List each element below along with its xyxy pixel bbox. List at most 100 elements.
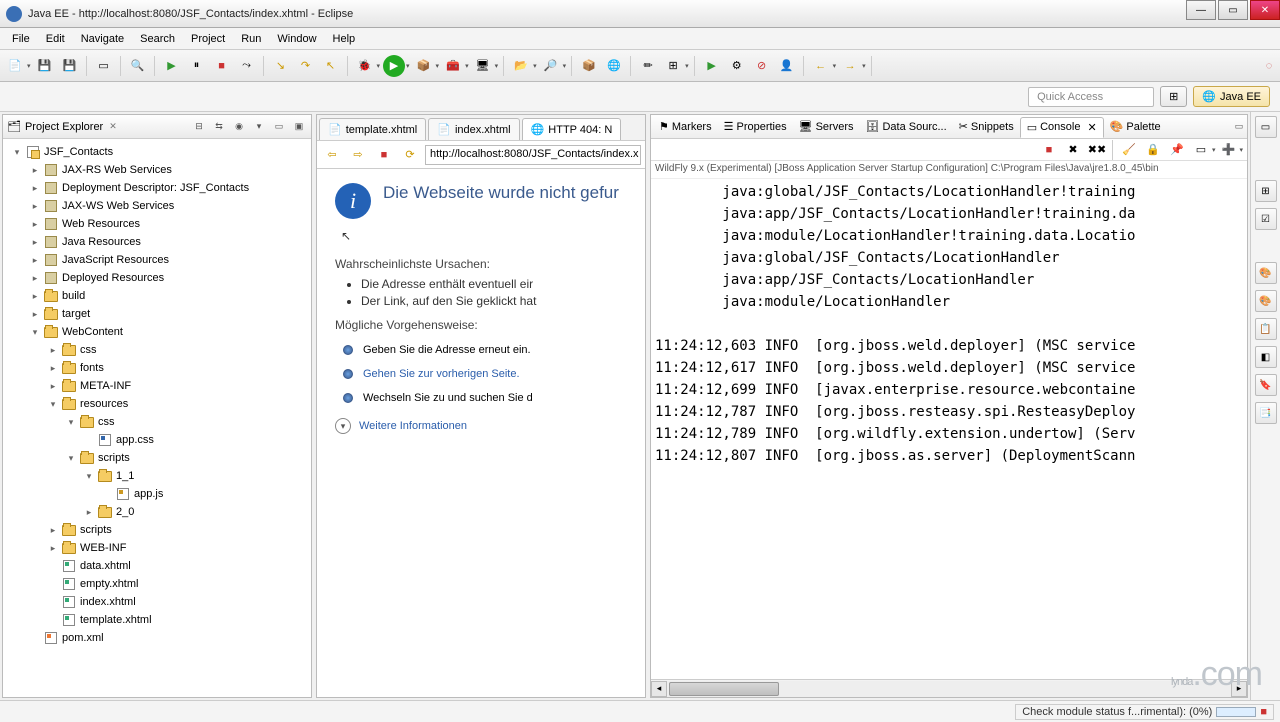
new-server-icon[interactable]: 🖥 [472, 55, 494, 77]
close-view-icon[interactable]: ✕ [109, 121, 117, 132]
expand-icon[interactable]: ▸ [45, 543, 61, 554]
address-bar[interactable]: http://localhost:8080/JSF_Contacts/index… [425, 145, 641, 165]
maximize-button[interactable]: ▭ [1218, 0, 1248, 20]
tree-node[interactable]: template.xhtml [5, 611, 309, 629]
tree-node[interactable]: ▸2_0 [5, 503, 309, 521]
browser-stop-icon[interactable]: ■ [373, 144, 395, 166]
tree-node[interactable]: ▾1_1 [5, 467, 309, 485]
expand-icon[interactable]: ▸ [45, 345, 61, 356]
tree-node[interactable]: ▸css [5, 341, 309, 359]
save-icon[interactable]: 💾 [34, 55, 56, 77]
new-icon[interactable]: 📄 [4, 55, 26, 77]
menu-file[interactable]: File [4, 30, 38, 48]
expand-icon[interactable]: ▾ [45, 399, 61, 410]
link-editor-icon[interactable]: ⇆ [211, 119, 227, 135]
more-info-link[interactable]: Weitere Informationen [359, 420, 467, 432]
task-icon[interactable]: 📑 [1255, 402, 1277, 424]
menu-search[interactable]: Search [132, 30, 183, 48]
step-return-icon[interactable]: ↖ [320, 55, 342, 77]
console-output[interactable]: java:global/JSF_Contacts/LocationHandler… [651, 179, 1247, 679]
expand-icon[interactable]: ▾ [9, 147, 25, 158]
expand-icon[interactable]: ▸ [27, 255, 43, 266]
terminate-icon[interactable]: ■ [1038, 139, 1060, 161]
minimize-view-icon[interactable]: ▭ [1231, 119, 1247, 135]
tree-node[interactable]: ▾resources [5, 395, 309, 413]
expand-icon[interactable]: ▸ [27, 237, 43, 248]
tree-node[interactable]: ▸WEB-INF [5, 539, 309, 557]
tree-node[interactable]: ▸fonts [5, 359, 309, 377]
expand-icon[interactable]: ▾ [63, 417, 79, 428]
stop-server-icon[interactable]: ⊘ [751, 55, 773, 77]
play-server-icon[interactable]: ▶ [701, 55, 723, 77]
tab-template[interactable]: 📄template.xhtml [319, 118, 426, 140]
tree-node[interactable]: ▸JavaScript Resources [5, 251, 309, 269]
clear-console-icon[interactable]: 🧹 [1118, 139, 1140, 161]
expand-icon[interactable]: ▸ [81, 507, 97, 518]
chevron-down-icon[interactable]: ▾ [335, 418, 351, 434]
tree-node[interactable]: ▸Java Resources [5, 233, 309, 251]
maximize-view-icon[interactable]: ▣ [291, 119, 307, 135]
scroll-left-icon[interactable]: ◂ [651, 681, 667, 697]
menu-run[interactable]: Run [233, 30, 269, 48]
remove-all-icon[interactable]: ✖✖ [1086, 139, 1108, 161]
console-scrollbar[interactable]: ◂ ▸ [651, 679, 1247, 697]
open-type-icon[interactable]: 📂 [510, 55, 532, 77]
run-on-server-icon[interactable]: 📦 [413, 55, 435, 77]
menu-help[interactable]: Help [325, 30, 364, 48]
tree-node[interactable]: ▾css [5, 413, 309, 431]
scroll-lock-icon[interactable]: 🔒 [1142, 139, 1164, 161]
browser-forward-icon[interactable]: ⇨ [347, 144, 369, 166]
resume-icon[interactable]: ▶ [161, 55, 183, 77]
expand-icon[interactable]: ▾ [63, 453, 79, 464]
palette-view-icon[interactable]: 🎨 [1255, 290, 1277, 312]
pin-console-icon[interactable]: 📌 [1166, 139, 1188, 161]
progress-icon[interactable]: ◌ [1258, 55, 1280, 77]
debug-icon[interactable]: 🐞 [354, 55, 376, 77]
profile-icon[interactable]: ⚙ [726, 55, 748, 77]
perspective-javaee[interactable]: 🌐 Java EE [1193, 86, 1270, 107]
tree-node[interactable]: ▸JAX-WS Web Services [5, 197, 309, 215]
run-icon[interactable]: ▶ [383, 55, 405, 77]
quick-access-input[interactable]: Quick Access [1028, 87, 1154, 107]
menu-navigate[interactable]: Navigate [73, 30, 132, 48]
pause-icon[interactable]: ⏸ [186, 55, 208, 77]
expand-icon[interactable]: ▸ [27, 219, 43, 230]
tab-properties[interactable]: ☰Properties [718, 117, 793, 136]
tab-snippets[interactable]: ✂Snippets [953, 117, 1020, 136]
toggle-mark-icon[interactable]: ✏ [637, 55, 659, 77]
menu-edit[interactable]: Edit [38, 30, 73, 48]
palette-view-icon[interactable]: 🎨 [1255, 262, 1277, 284]
close-view-icon[interactable]: ✕ [1087, 121, 1096, 134]
expand-icon[interactable]: ▾ [27, 327, 43, 338]
tree-node[interactable]: ▸Deployed Resources [5, 269, 309, 287]
scroll-thumb[interactable] [669, 682, 779, 696]
tree-node[interactable]: app.css [5, 431, 309, 449]
view-menu-icon[interactable]: ▾ [251, 119, 267, 135]
expand-icon[interactable]: ▸ [45, 381, 61, 392]
expand-icon[interactable]: ▸ [45, 525, 61, 536]
save-all-icon[interactable]: 💾 [59, 55, 81, 77]
tree-node[interactable]: ▾scripts [5, 449, 309, 467]
outline-icon[interactable]: ⊞ [1255, 180, 1277, 202]
tree-node[interactable]: app.js [5, 485, 309, 503]
open-console-icon[interactable]: ➕ [1217, 139, 1239, 161]
restore-view-icon[interactable]: ▭ [1255, 116, 1277, 138]
tab-data-source[interactable]: 🗄Data Sourc... [860, 117, 953, 136]
tree-node[interactable]: ▾JSF_Contacts [5, 143, 309, 161]
search-icon[interactable]: 🔎 [540, 55, 562, 77]
tree-node[interactable]: ▸target [5, 305, 309, 323]
tree-node[interactable]: empty.xhtml [5, 575, 309, 593]
expand-icon[interactable]: ▸ [45, 363, 61, 374]
action-link[interactable]: Gehen Sie zur vorherigen Seite. [363, 368, 520, 380]
expand-icon[interactable]: ▸ [27, 273, 43, 284]
tree-node[interactable]: ▸META-INF [5, 377, 309, 395]
collapse-all-icon[interactable]: ⊟ [191, 119, 207, 135]
tree-node[interactable]: ▾WebContent [5, 323, 309, 341]
disconnect-icon[interactable]: ⤳ [236, 55, 258, 77]
expand-icon[interactable]: ▸ [27, 183, 43, 194]
browser-refresh-icon[interactable]: ⟳ [399, 144, 421, 166]
step-over-icon[interactable]: ↷ [295, 55, 317, 77]
tab-http404[interactable]: 🌐HTTP 404: N [522, 118, 622, 140]
project-tree[interactable]: ▾JSF_Contacts▸JAX-RS Web Services▸Deploy… [3, 139, 311, 697]
tree-node[interactable]: pom.xml [5, 629, 309, 647]
